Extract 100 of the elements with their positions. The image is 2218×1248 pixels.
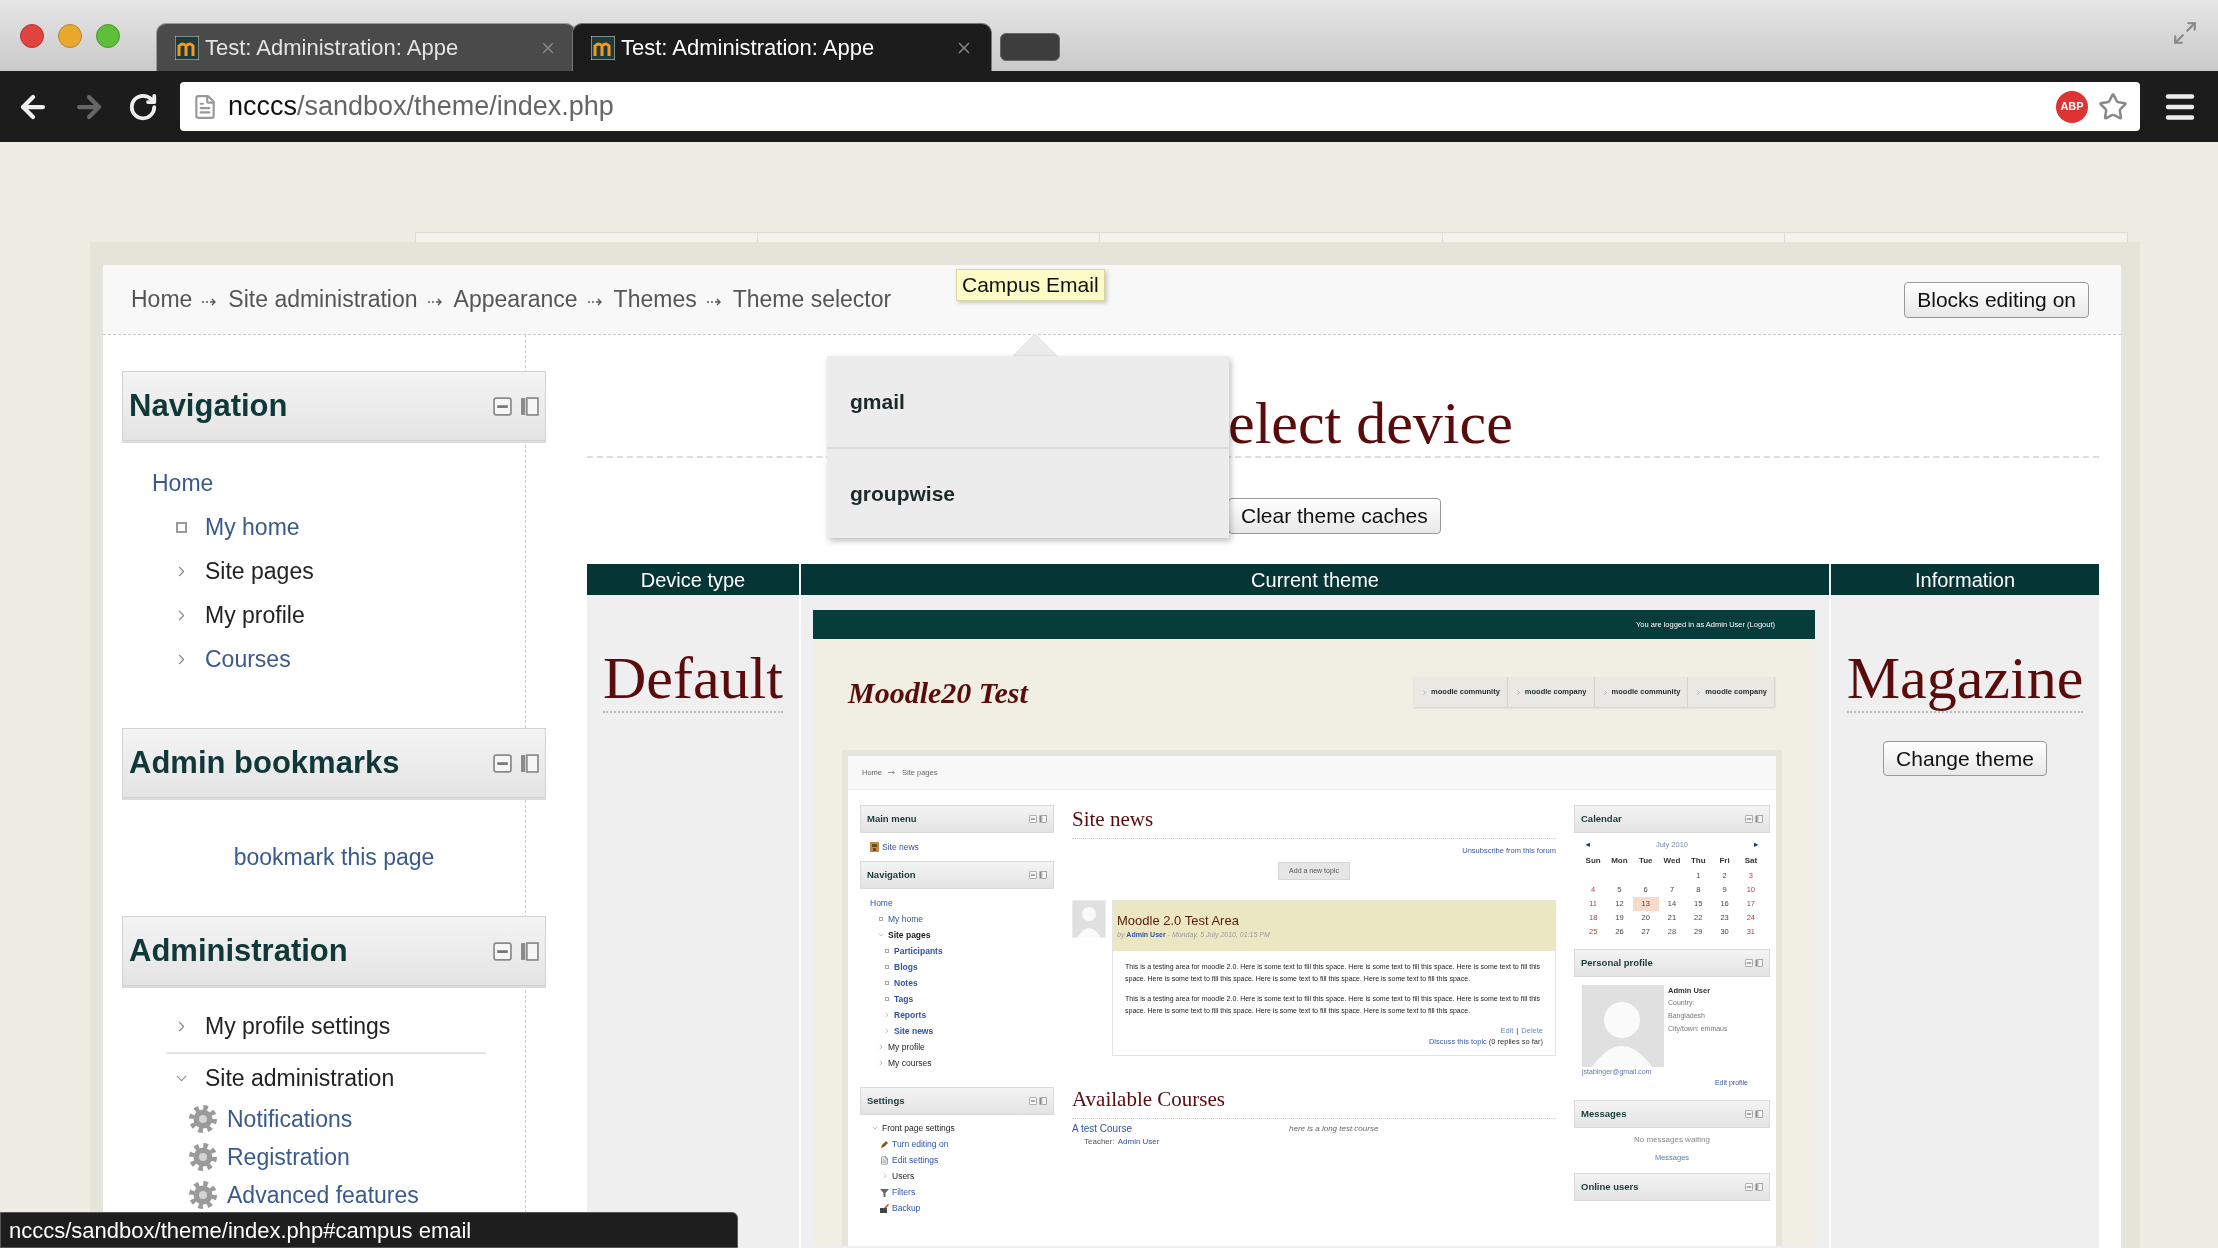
collapse-icon[interactable]: [493, 396, 512, 416]
dock-icon[interactable]: [1039, 871, 1047, 879]
avatar-placeholder: [1072, 899, 1106, 938]
fullscreen-icon[interactable]: [2172, 20, 2198, 46]
dock-icon[interactable]: [1755, 815, 1763, 823]
nav-item[interactable]: Site pages: [888, 928, 931, 942]
nav-link[interactable]: Site news: [894, 1024, 934, 1038]
clear-caches-button[interactable]: Clear theme caches: [1228, 498, 1441, 534]
dock-icon[interactable]: [520, 396, 539, 416]
nav-link[interactable]: Tags: [894, 992, 914, 1006]
nav-link[interactable]: Home: [152, 465, 214, 501]
bookmark-link[interactable]: bookmark this page: [233, 839, 435, 875]
nav-item[interactable]: My profile: [888, 1040, 925, 1054]
chevron-down-icon[interactable]: [870, 1124, 879, 1132]
collapse-icon[interactable]: [1745, 1183, 1753, 1192]
square-bullet-icon: [884, 949, 889, 953]
chevron-down-icon[interactable]: [876, 931, 885, 939]
chevron-right-icon: [1695, 688, 1703, 696]
nav-link[interactable]: My home: [205, 509, 300, 545]
nav-link[interactable]: Courses: [205, 641, 291, 677]
nav-item[interactable]: My profile settings: [205, 1008, 391, 1044]
address-field[interactable]: ncccs/sandbox/theme/index.php ABP: [180, 82, 2140, 131]
collapse-icon[interactable]: [1745, 959, 1753, 967]
tooltip: Campus Email: [956, 269, 1105, 301]
nav-link[interactable]: Site news: [882, 840, 919, 854]
arrow-icon: [706, 296, 723, 307]
block-title: Calendar: [1581, 811, 1622, 826]
tab-title: Test: Administration: Appe: [205, 34, 459, 62]
nav-link[interactable]: Participants: [894, 944, 943, 958]
nav-link[interactable]: Filters: [892, 1185, 916, 1199]
dock-icon[interactable]: [520, 941, 539, 961]
dock-icon[interactable]: [1755, 959, 1763, 967]
nav-item[interactable]: My courses: [888, 1056, 932, 1070]
breadcrumb-link[interactable]: Home: [131, 282, 193, 317]
star-icon[interactable]: [2098, 91, 2128, 122]
collapse-icon[interactable]: [493, 941, 512, 961]
funnel-icon: [880, 1187, 889, 1197]
change-theme-button[interactable]: Change theme: [1883, 741, 2047, 776]
nav-link[interactable]: Turn editing on: [892, 1137, 949, 1151]
square-bullet-icon: [175, 521, 187, 533]
minimize-window-button[interactable]: [58, 23, 82, 48]
dock-icon[interactable]: [1039, 815, 1047, 823]
dock-icon[interactable]: [1755, 1110, 1763, 1118]
new-tab-button[interactable]: [1000, 33, 1060, 61]
square-bullet-icon: [884, 965, 889, 969]
section-heading: Available Courses: [1072, 1087, 1225, 1112]
page-icon: [192, 93, 218, 120]
teacher-label: Teacher:: [1084, 1135, 1115, 1148]
close-window-button[interactable]: [20, 23, 44, 48]
section-heading: Site news: [1072, 807, 1154, 831]
nav-link[interactable]: Registration: [227, 1139, 350, 1175]
nav-item[interactable]: Site administration: [205, 1060, 395, 1096]
breadcrumb-link[interactable]: Appearance: [453, 282, 578, 317]
nav-link[interactable]: Backup: [892, 1201, 921, 1215]
nav-link[interactable]: My home: [888, 912, 923, 926]
breadcrumb-link[interactable]: Themes: [613, 282, 697, 317]
dock-icon[interactable]: [1755, 1183, 1763, 1192]
logo-icon: [591, 35, 615, 60]
nav-item[interactable]: My profile: [205, 597, 305, 633]
nav-item[interactable]: Site pages: [205, 553, 314, 589]
breadcrumb-link[interactable]: Theme selector: [732, 282, 892, 317]
reload-button[interactable]: [128, 91, 158, 122]
nav-link[interactable]: Blogs: [894, 960, 918, 974]
arrow-icon: [587, 296, 604, 307]
course-summary: here is a long test course: [1289, 1122, 1379, 1135]
teacher-link[interactable]: Admin User: [1117, 1135, 1160, 1148]
blocks-editing-button[interactable]: Blocks editing on: [1904, 281, 2089, 318]
gear-icon: [189, 1181, 217, 1209]
nav-link[interactable]: Reports: [894, 1008, 927, 1022]
device-type-link[interactable]: Default: [603, 647, 783, 713]
course-link[interactable]: A test Course: [1072, 1120, 1289, 1136]
block-title: Navigation: [129, 386, 288, 425]
menu-item[interactable]: gmail: [827, 356, 1229, 447]
nav-link[interactable]: Advanced features: [227, 1177, 419, 1213]
browser-tab[interactable]: Test: Administration: Appe: [572, 23, 992, 71]
maximize-window-button[interactable]: [96, 23, 120, 48]
collapse-icon[interactable]: [1029, 815, 1037, 823]
arrow-icon: [888, 770, 896, 775]
block-title: Messages: [1581, 1106, 1627, 1121]
nav-link[interactable]: Notes: [894, 976, 918, 990]
nav-link[interactable]: Home: [870, 896, 893, 910]
dock-icon[interactable]: [520, 753, 539, 773]
nav-link[interactable]: Edit settings: [892, 1153, 939, 1167]
theme-name-link[interactable]: Magazine: [1846, 647, 2084, 713]
collapse-icon[interactable]: [1745, 815, 1753, 823]
collapse-icon[interactable]: [493, 753, 512, 773]
block-title: Online users: [1581, 1180, 1639, 1195]
collapse-icon[interactable]: [1029, 871, 1037, 879]
block-title: Settings: [867, 1093, 905, 1108]
breadcrumb-link[interactable]: Site administration: [228, 282, 418, 317]
collapse-icon[interactable]: [1029, 1097, 1037, 1105]
collapse-icon[interactable]: [1745, 1110, 1753, 1118]
dock-icon[interactable]: [1039, 1097, 1047, 1105]
nav-item[interactable]: Users: [892, 1169, 915, 1183]
tab-title: Test: Administration: Appe: [621, 34, 875, 62]
menu-item[interactable]: groupwise: [827, 447, 1229, 538]
nav-item[interactable]: Front page settings: [882, 1121, 955, 1135]
gear-icon: [189, 1105, 217, 1133]
nav-link[interactable]: Notifications: [227, 1101, 353, 1137]
adblock-badge[interactable]: ABP: [2056, 90, 2088, 123]
